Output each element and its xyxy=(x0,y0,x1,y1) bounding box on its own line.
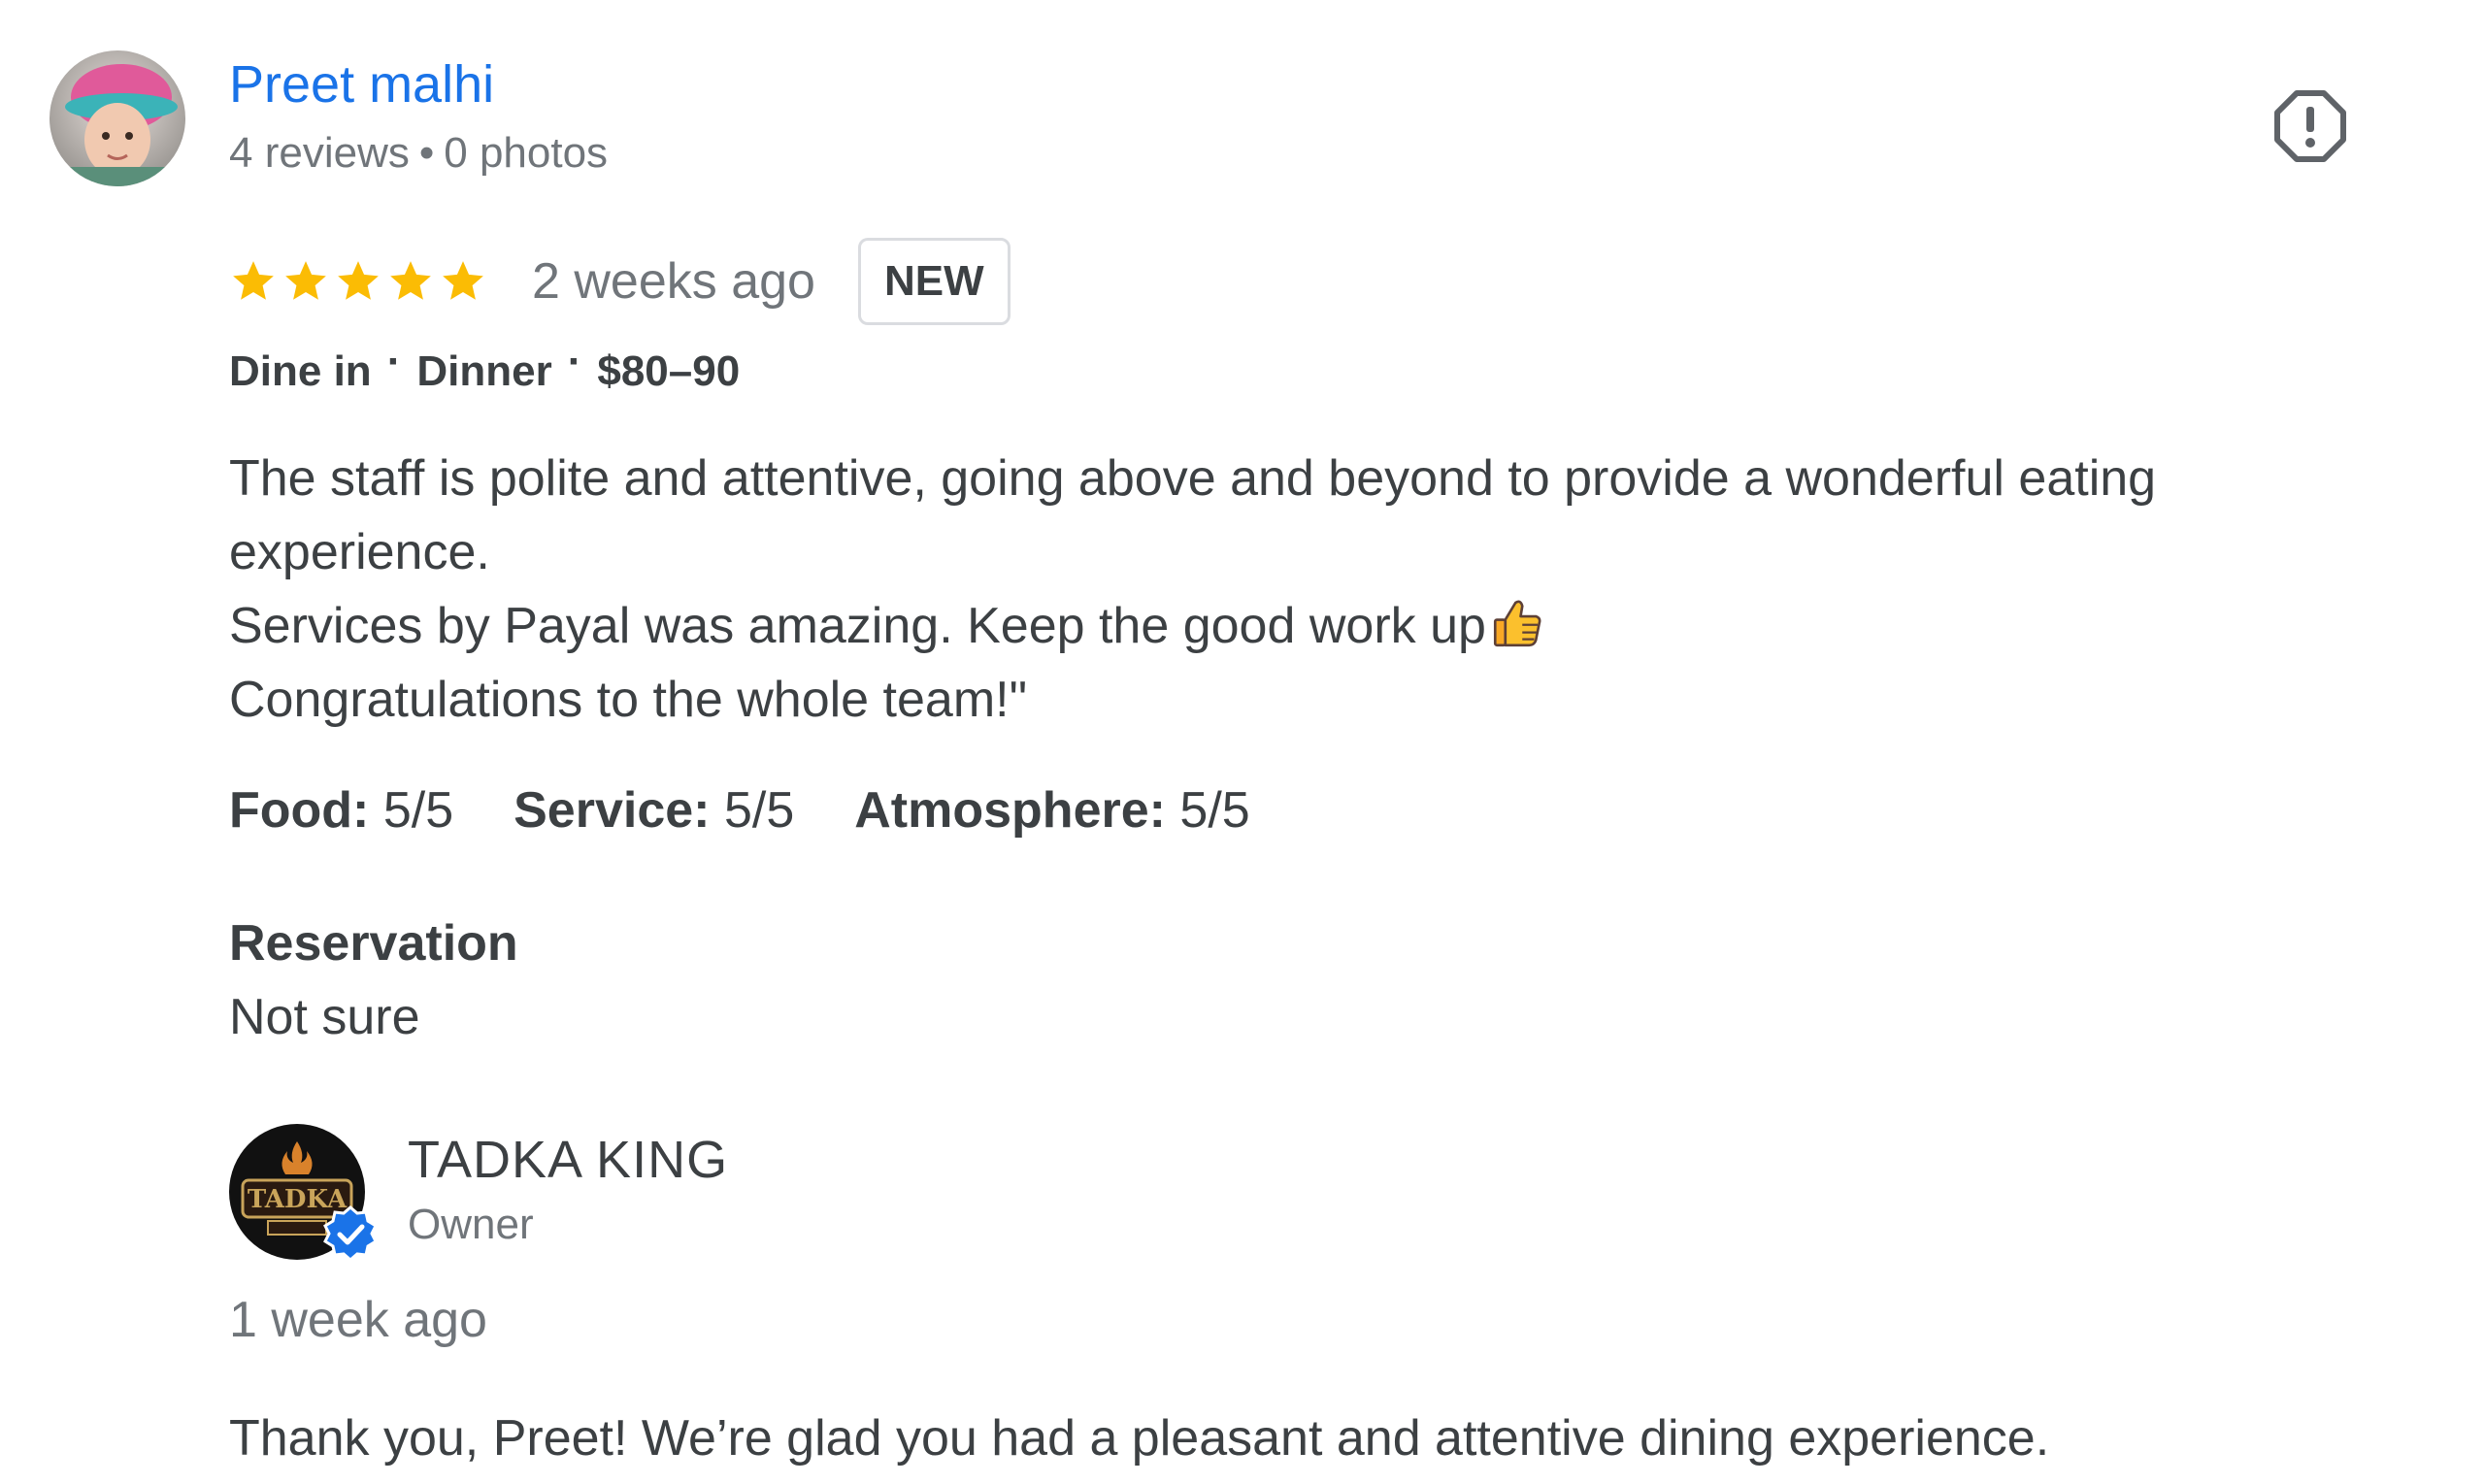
review-text-line: Congratulations to the whole team!" xyxy=(229,672,1028,728)
meta-separator: • xyxy=(418,129,435,177)
subrating-value: 5/5 xyxy=(723,782,795,839)
subrating-label: Food: xyxy=(229,782,370,839)
thumbs-up-icon xyxy=(1493,600,1541,647)
tag-price: $80–90 xyxy=(597,347,741,395)
tag-dine-in: Dine in xyxy=(229,347,372,395)
reviewer-meta: 4 reviews • 0 photos xyxy=(229,126,608,181)
review-body: The staff is polite and attentive, going… xyxy=(229,442,2394,737)
star-icon xyxy=(338,261,379,300)
sub-ratings: Food: 5/5 Service: 5/5 Atmosphere: 5/5 xyxy=(229,776,1250,844)
owner-reply-text: Thank you, Preet! We’re glad you had a p… xyxy=(229,1410,2050,1467)
new-badge: NEW xyxy=(857,238,1011,325)
subrating-value: 5/5 xyxy=(382,782,454,839)
star-icon xyxy=(443,261,483,300)
subrating-value: 5/5 xyxy=(1179,782,1250,839)
review-text-line: The staff is polite and attentive, going… xyxy=(229,450,2157,580)
subrating-label: Atmosphere: xyxy=(854,782,1166,839)
tag-meal: Dinner xyxy=(416,347,552,395)
star-icon xyxy=(390,261,431,300)
verified-badge-icon xyxy=(323,1205,378,1262)
tag-separator: · xyxy=(386,338,402,385)
subrating-label: Service: xyxy=(514,782,711,839)
review-text-span: Services by Payal was amazing. Keep the … xyxy=(229,598,1486,654)
reservation-label: Reservation xyxy=(229,915,518,972)
reviewer-photo-count: 0 photos xyxy=(444,129,609,177)
visit-tags: Dine in · Dinner · $80–90 xyxy=(229,338,741,399)
review-time: 2 weeks ago xyxy=(532,253,815,310)
subrating-atmosphere: Atmosphere: 5/5 xyxy=(854,776,1249,844)
review-text-line: Services by Payal was amazing. Keep the … xyxy=(229,589,2394,663)
reviewer-name-link[interactable]: Preet malhi xyxy=(229,50,494,118)
reply-time: 1 week ago xyxy=(229,1292,487,1348)
rating-row: 2 weeks ago NEW xyxy=(229,238,1011,325)
reviewer-avatar[interactable] xyxy=(50,50,185,186)
review-card: Preet malhi 4 reviews • 0 photos 2 weeks a… xyxy=(0,0,2485,1484)
reservation-value: Not sure xyxy=(229,989,420,1045)
owner-avatar[interactable]: TADKA xyxy=(229,1124,378,1262)
subrating-service: Service: 5/5 xyxy=(514,776,794,844)
report-review-button[interactable] xyxy=(2271,87,2349,165)
star-rating xyxy=(229,257,487,306)
owner-name: TADKA KING xyxy=(408,1131,729,1189)
report-flag-icon xyxy=(2274,90,2346,162)
subrating-food: Food: 5/5 xyxy=(229,776,453,844)
tag-separator: · xyxy=(567,338,582,385)
star-icon xyxy=(285,261,326,300)
star-icon xyxy=(233,261,274,300)
reviewer-review-count: 4 reviews xyxy=(229,129,410,177)
owner-role: Owner xyxy=(408,1201,534,1248)
